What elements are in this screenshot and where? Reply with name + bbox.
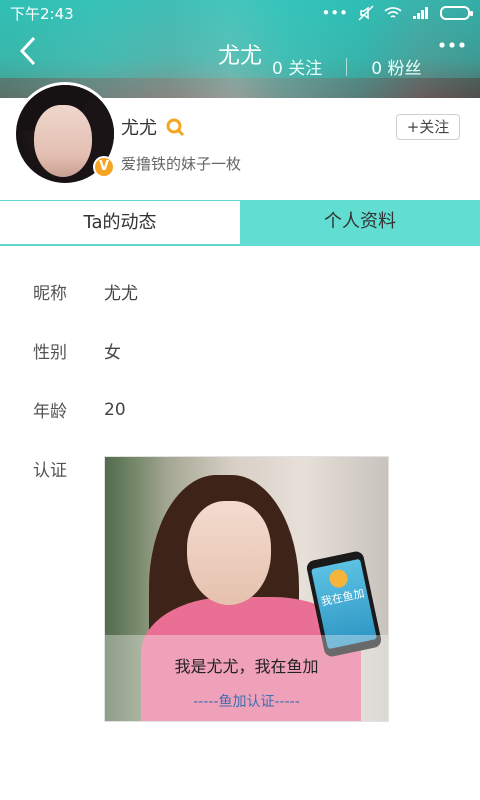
nickname-value: 尤尤 (104, 284, 138, 304)
fish-logo-icon (327, 567, 350, 590)
nickname-row: 尤尤 (121, 114, 185, 140)
follow-stats: 0 关注 0 粉丝 (272, 54, 421, 79)
more-options-icon[interactable] (438, 40, 466, 50)
age-label: 年龄 (33, 402, 67, 422)
mute-icon (358, 5, 374, 21)
verified-badge: V (93, 156, 115, 178)
nickname: 尤尤 (121, 118, 157, 139)
battery-icon (440, 6, 473, 20)
nickname-label: 昵称 (33, 284, 67, 304)
stats-divider (346, 57, 348, 76)
certification-label: 认证 (33, 461, 67, 481)
status-icons: ••• (321, 4, 473, 22)
profile-tabs: Ta的动态 个人资料 (0, 200, 480, 246)
follow-button[interactable]: +关注 (396, 114, 460, 140)
tab-activity[interactable]: Ta的动态 (0, 200, 240, 246)
certification-sub-caption: -----鱼加认证----- (193, 694, 300, 710)
wifi-icon (384, 7, 402, 18)
gender-label: 性别 (33, 343, 67, 363)
status-time: 下午2:43 (10, 4, 74, 23)
tab-profile-info[interactable]: 个人资料 (240, 200, 480, 246)
cell-signal-icon (413, 7, 428, 19)
following-count[interactable]: 0 关注 (272, 54, 322, 79)
age-value: 20 (104, 399, 126, 420)
gender-value: 女 (104, 343, 121, 363)
info-row-nickname: 昵称 尤尤 (0, 262, 480, 321)
followers-count[interactable]: 0 粉丝 (371, 54, 421, 79)
phone-screen-text: 我在鱼加 (319, 586, 366, 609)
level-badge-icon (166, 118, 185, 137)
certification-caption: 我是尤尤，我在鱼加 (174, 657, 319, 676)
profile-info: 昵称 尤尤 性别 女 年龄 20 (0, 262, 480, 439)
certification-photo[interactable]: 我在鱼加 我是尤尤，我在鱼加 -----鱼加认证----- (104, 456, 389, 722)
profile-card: V 尤尤 爱撸铁的妹子一枚 +关注 (0, 82, 480, 200)
info-row-gender: 性别 女 (0, 321, 480, 380)
info-row-age: 年龄 20 (0, 380, 480, 439)
signal-dots-icon: ••• (321, 4, 348, 22)
status-bar: 下午2:43 ••• (0, 0, 480, 26)
signature: 爱撸铁的妹子一枚 (121, 155, 242, 173)
